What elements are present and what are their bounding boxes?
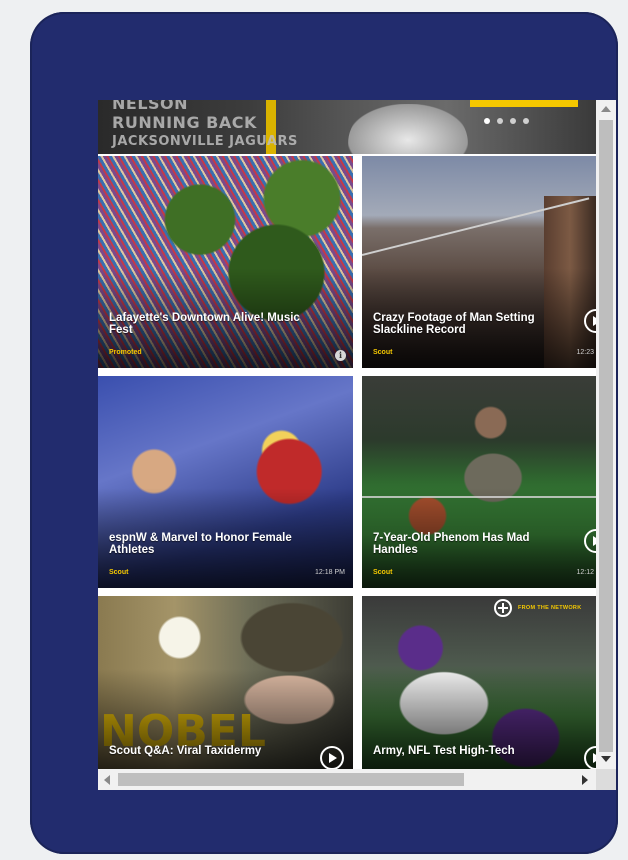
hero-carousel[interactable]: NELSON RUNNING BACK JACKSONVILLE JAGUARS xyxy=(98,100,596,154)
scroll-left-arrow[interactable] xyxy=(104,775,110,785)
tile-title: Crazy Footage of Man Setting Slackline R… xyxy=(373,312,535,336)
tile-title: Scout Q&A: Viral Taxidermy xyxy=(109,745,262,757)
story-tile-slackline[interactable]: Crazy Footage of Man Setting Slackline R… xyxy=(362,156,596,368)
tile-tag: Scout xyxy=(373,569,393,576)
tile-title: espnW & Marvel to Honor Female Athletes xyxy=(109,532,292,556)
tile-title: Lafayette's Downtown Alive! Music Fest xyxy=(109,312,300,336)
scrollbar-corner xyxy=(596,769,616,790)
carousel-dot[interactable] xyxy=(497,118,503,124)
scroll-up-arrow[interactable] xyxy=(601,106,611,112)
hero-player-team: JACKSONVILLE JAGUARS xyxy=(112,134,298,149)
tile-time: 12:12 xyxy=(576,569,594,576)
browser-viewport: NELSON RUNNING BACK JACKSONVILLE JAGUARS… xyxy=(98,100,616,790)
tablet-frame: NELSON RUNNING BACK JACKSONVILLE JAGUARS… xyxy=(30,12,618,854)
carousel-dot[interactable] xyxy=(523,118,529,124)
story-tile-festival[interactable]: Lafayette's Downtown Alive! Music Fest P… xyxy=(98,156,353,368)
carousel-dots xyxy=(484,118,529,124)
vertical-scrollbar[interactable] xyxy=(596,100,616,769)
tile-time: 12:23 xyxy=(576,349,594,356)
scroll-right-arrow[interactable] xyxy=(582,775,588,785)
hero-accent-bar xyxy=(470,100,578,107)
badge-label: FROM THE NETWORK xyxy=(518,605,582,611)
hero-player-image xyxy=(348,104,468,154)
vertical-scroll-thumb[interactable] xyxy=(599,120,613,752)
from-the-network-badge: FROM THE NETWORK xyxy=(494,599,581,617)
tile-title: Army, NFL Test High-Tech xyxy=(373,745,515,757)
story-tile-marvel[interactable]: espnW & Marvel to Honor Female Athletes … xyxy=(98,376,353,588)
feed-content: NELSON RUNNING BACK JACKSONVILLE JAGUARS… xyxy=(98,100,596,769)
tile-title: 7-Year-Old Phenom Has Mad Handles xyxy=(373,532,530,556)
tile-tag: Scout xyxy=(373,349,393,356)
tile-time: 12:18 PM xyxy=(315,569,345,576)
carousel-dot[interactable] xyxy=(510,118,516,124)
play-icon[interactable] xyxy=(320,746,344,769)
tile-tag: Promoted xyxy=(109,349,142,356)
scroll-down-arrow[interactable] xyxy=(601,756,611,762)
hero-player-position: RUNNING BACK xyxy=(112,113,257,132)
horizontal-scrollbar[interactable] xyxy=(98,769,596,790)
tile-tag: Scout xyxy=(109,569,129,576)
info-icon[interactable]: i xyxy=(335,350,346,361)
play-icon[interactable] xyxy=(584,746,596,769)
story-tile-taxidermy[interactable]: NOBEL Scout Q&A: Viral Taxidermy xyxy=(98,596,353,769)
hero-player-name: NELSON xyxy=(112,100,189,113)
story-tile-phenom[interactable]: 7-Year-Old Phenom Has Mad Handles Scout … xyxy=(362,376,596,588)
carousel-dot[interactable] xyxy=(484,118,490,124)
story-tile-army-nfl[interactable]: FROM THE NETWORK Army, NFL Test High-Tec… xyxy=(362,596,596,769)
plus-circle-icon[interactable] xyxy=(494,599,512,617)
horizontal-scroll-thumb[interactable] xyxy=(118,773,464,786)
